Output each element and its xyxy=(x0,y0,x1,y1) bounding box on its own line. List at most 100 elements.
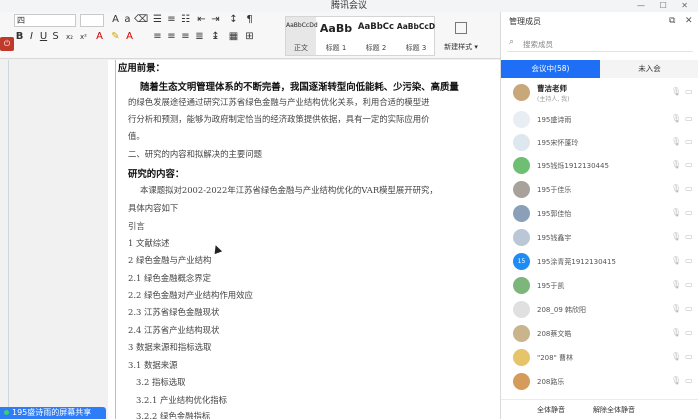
member-row[interactable]: 195盛诗雨 🎙 ▭ xyxy=(501,109,698,131)
mic-icon[interactable]: 🎙 xyxy=(671,87,681,96)
camera-icon[interactable]: ▭ xyxy=(685,137,693,146)
shading-icon[interactable]: ▦ xyxy=(228,30,239,44)
font-size-select[interactable] xyxy=(80,14,104,27)
style-normal[interactable]: AaBbCcDd 正文 xyxy=(286,17,318,55)
panel-footer: 全体静音 解除全体静音 xyxy=(501,399,698,419)
mute-all-button[interactable]: 全体静音 xyxy=(537,405,565,415)
bullets-icon[interactable]: ☰ xyxy=(152,13,163,27)
close-icon[interactable]: ✕ xyxy=(685,16,693,26)
strikethrough-icon[interactable]: S xyxy=(50,30,61,44)
superscript-icon[interactable]: x² xyxy=(78,30,89,44)
avatar xyxy=(513,229,530,246)
member-row[interactable]: 195于佳乐 🎙 ▭ xyxy=(501,179,698,201)
highlight-icon[interactable]: ✎ xyxy=(110,30,121,44)
new-style-icon xyxy=(455,22,467,34)
grow-font-icon[interactable]: A xyxy=(110,13,121,27)
subscript-icon[interactable]: x₂ xyxy=(64,30,75,44)
mic-icon[interactable]: 🎙 xyxy=(671,232,681,241)
camera-icon[interactable]: ▭ xyxy=(685,256,693,265)
clear-format-icon[interactable]: ⌫ xyxy=(134,13,148,27)
decrease-indent-icon[interactable]: ⇤ xyxy=(196,13,207,27)
popout-icon[interactable]: ⧉ xyxy=(669,16,675,26)
tab-in-meeting[interactable]: 会议中(58) xyxy=(501,60,600,78)
member-row[interactable]: 195郭佳怡 🎙 ▭ xyxy=(501,203,698,225)
shrink-font-icon[interactable]: a xyxy=(122,13,133,27)
member-row[interactable]: 208_09 韩欣阳 🎙 ▭ xyxy=(501,299,698,321)
member-tabs: 会议中(58) 未入会 xyxy=(501,60,698,78)
member-row[interactable]: 208路乐 🎙 ▭ xyxy=(501,371,698,393)
mic-icon[interactable]: 🎙 xyxy=(671,304,681,313)
search-icon: ⌕ xyxy=(509,37,515,47)
live-dot-icon xyxy=(4,410,9,415)
camera-icon[interactable]: ▭ xyxy=(685,304,693,313)
member-search-input[interactable]: ⌕ 搜索成员 xyxy=(507,36,693,52)
numbering-icon[interactable]: ≡ xyxy=(166,13,177,27)
member-name: 195钱鑫宇 xyxy=(537,234,572,242)
justify-icon[interactable]: ≣ xyxy=(194,30,205,44)
member-name: 195于凯 xyxy=(537,282,565,290)
bold-icon[interactable]: B xyxy=(14,30,25,44)
align-left-icon[interactable]: ≡ xyxy=(152,30,163,44)
window-controls[interactable]: — ☐ ✕ xyxy=(637,0,694,12)
camera-icon[interactable]: ▭ xyxy=(685,208,693,217)
member-name: "208" 曹林 xyxy=(537,354,574,362)
member-row[interactable]: 195钱烁19121304​45 🎙 ▭ xyxy=(501,155,698,177)
style-heading-1[interactable]: AaBb 标题 1 xyxy=(316,17,356,55)
camera-icon[interactable]: ▭ xyxy=(685,87,693,96)
text-effects-icon[interactable]: A xyxy=(94,30,105,44)
mic-icon[interactable]: 🎙 xyxy=(671,184,681,193)
align-center-icon[interactable]: ≡ xyxy=(166,30,177,44)
camera-icon[interactable]: ▭ xyxy=(685,160,693,169)
avatar xyxy=(513,84,530,101)
document-line: 1 文献综述 xyxy=(128,238,170,248)
camera-icon[interactable]: ▭ xyxy=(685,114,693,123)
show-marks-icon[interactable]: ¶ xyxy=(244,13,255,27)
camera-icon[interactable]: ▭ xyxy=(685,376,693,385)
mic-icon[interactable]: 🎙 xyxy=(671,352,681,361)
multilevel-list-icon[interactable]: ☷ xyxy=(180,13,191,27)
style-heading-3[interactable]: AaBbCcD 标题 3 xyxy=(396,17,436,55)
document-line: 应用前景： xyxy=(118,63,165,74)
increase-indent-icon[interactable]: ⇥ xyxy=(210,13,221,27)
mic-icon[interactable]: 🎙 xyxy=(671,328,681,337)
line-spacing-icon[interactable]: ↨ xyxy=(210,30,221,44)
member-row[interactable]: 208蔡文皓 🎙 ▭ xyxy=(501,323,698,345)
member-row[interactable]: 195钱鑫宇 🎙 ▭ xyxy=(501,227,698,249)
underline-icon[interactable]: U xyxy=(38,30,49,44)
camera-icon[interactable]: ▭ xyxy=(685,184,693,193)
pdf-icon[interactable]: ⏻ xyxy=(0,37,14,51)
member-row[interactable]: 15 195涂青莞1912130415 🎙 ▭ xyxy=(501,251,698,273)
camera-icon[interactable]: ▭ xyxy=(685,328,693,337)
new-style-button[interactable]: 新建样式 ▾ xyxy=(444,16,478,56)
screen-share-banner[interactable]: 195盛诗雨的屏幕共享 xyxy=(0,407,106,419)
camera-icon[interactable]: ▭ xyxy=(685,352,693,361)
search-placeholder: 搜索成员 xyxy=(523,40,553,49)
mic-icon[interactable]: 🎙 xyxy=(671,376,681,385)
camera-icon[interactable]: ▭ xyxy=(685,232,693,241)
sort-icon[interactable]: ↕ xyxy=(228,13,239,27)
borders-icon[interactable]: ⊞ xyxy=(244,30,255,44)
mic-icon[interactable]: 🎙 xyxy=(671,256,681,265)
member-row[interactable]: 195宋怀蓬玲 🎙 ▭ xyxy=(501,132,698,154)
mic-icon[interactable]: 🎙 xyxy=(671,280,681,289)
mic-icon[interactable]: 🎙 xyxy=(671,137,681,146)
font-color-icon[interactable]: A xyxy=(124,30,135,44)
member-row[interactable]: 195于凯 🎙 ▭ xyxy=(501,275,698,297)
member-row[interactable]: 曹洁老师 (主持人, 我) 🎙 ▭ xyxy=(501,82,698,104)
mic-icon[interactable]: 🎙 xyxy=(671,160,681,169)
italic-icon[interactable]: I xyxy=(26,30,37,44)
tab-not-joined[interactable]: 未入会 xyxy=(600,60,698,78)
avatar xyxy=(513,157,530,174)
font-name-select[interactable]: 四 xyxy=(14,14,76,27)
document-line: 的绿色发展途径通过研究江苏省绿色金融与产业结构优化关系，利用合适的模型进 xyxy=(128,97,430,107)
unmute-all-button[interactable]: 解除全体静音 xyxy=(593,405,635,415)
mic-icon[interactable]: 🎙 xyxy=(671,208,681,217)
mic-icon[interactable]: 🎙 xyxy=(671,114,681,123)
style-sample: AaBbCc xyxy=(357,22,395,32)
member-row[interactable]: "208" 曹林 🎙 ▭ xyxy=(501,347,698,369)
camera-icon[interactable]: ▭ xyxy=(685,280,693,289)
document-area[interactable]: 应用前景： 随着生态文明管理体系的不断完善，我国逐渐转型向低能耗、少污染、高质量的… xyxy=(0,60,500,419)
style-heading-2[interactable]: AaBbCc 标题 2 xyxy=(356,17,396,55)
panel-header: 管理成员 ⧉ ✕ xyxy=(501,12,698,32)
align-right-icon[interactable]: ≡ xyxy=(180,30,191,44)
